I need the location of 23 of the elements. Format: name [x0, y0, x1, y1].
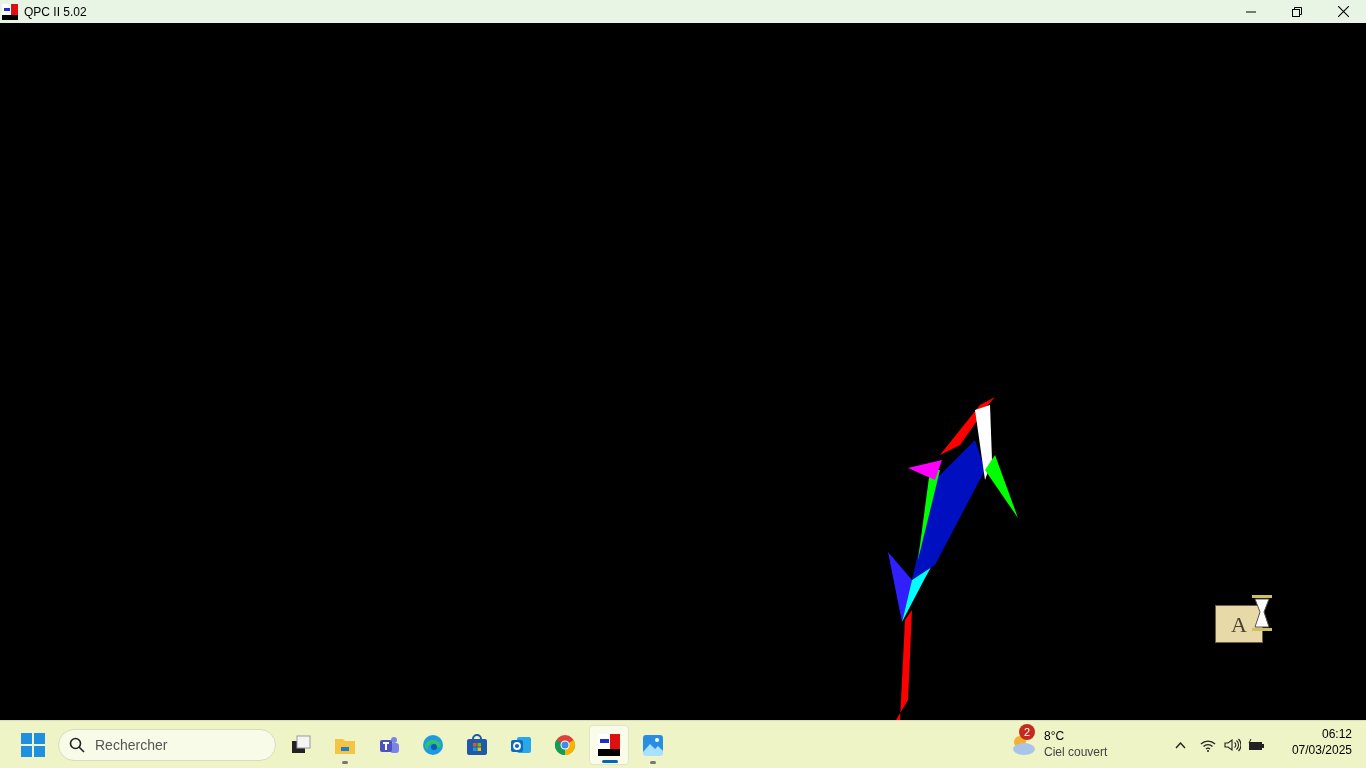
emulator-app-icon	[597, 732, 621, 757]
search-icon	[69, 736, 85, 753]
close-icon	[1337, 6, 1349, 17]
taskbar-app-button[interactable]	[589, 724, 629, 765]
wifi-icon[interactable]	[1200, 738, 1216, 752]
clock[interactable]: 06:12 07/03/2025	[1291, 726, 1352, 758]
battery-icon[interactable]	[1248, 738, 1265, 752]
windows-logo-icon	[21, 732, 45, 757]
cloudy-weather-icon	[1010, 734, 1036, 756]
chevron-up-icon	[1174, 741, 1186, 749]
window-title: QPC II 5.02	[24, 3, 87, 21]
app-icon	[2, 3, 18, 20]
shopping-bag-icon	[465, 732, 489, 757]
search-field[interactable]: Rechercher	[58, 728, 276, 761]
notification-badge: 2	[1019, 724, 1035, 740]
weather-widget[interactable]: 2 8°C Ciel couvert	[1006, 724, 1112, 764]
browser-swirl-icon	[421, 732, 445, 757]
speaker-icon[interactable]	[1224, 738, 1241, 752]
weather-condition-text: Ciel couvert	[1044, 744, 1108, 760]
restore-icon	[1292, 6, 1302, 17]
round-browser-icon	[553, 732, 577, 757]
temperature-text: 8°C	[1044, 728, 1065, 744]
landscape-picture-icon	[641, 732, 665, 757]
